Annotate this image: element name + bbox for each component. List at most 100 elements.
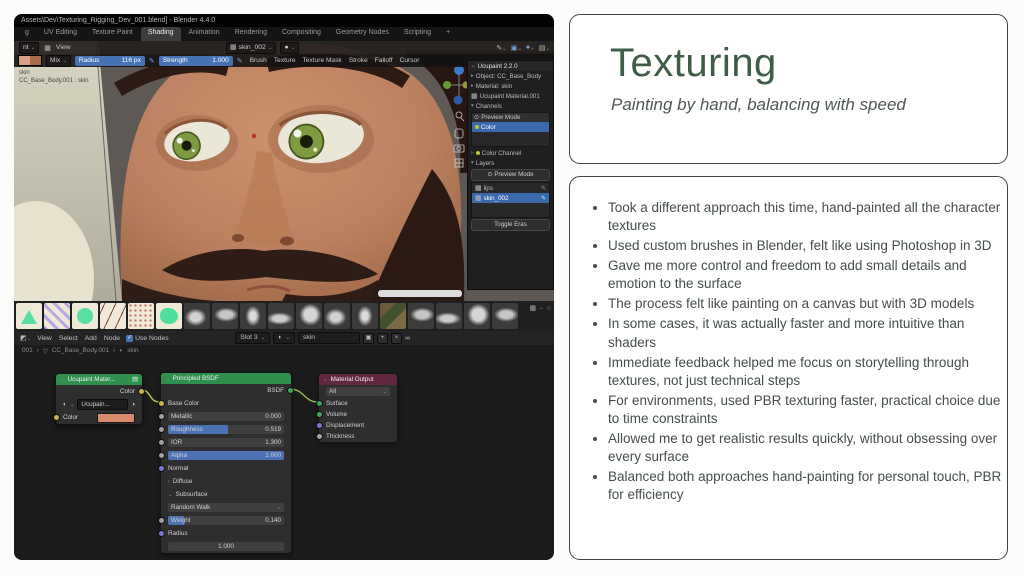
workspace-tab[interactable]: Geometry Nodes [329, 27, 396, 41]
blend-mode-dropdown[interactable]: Mix ⌄ [46, 54, 71, 67]
mode-dropdown[interactable]: nt ⌄ [19, 41, 40, 54]
brush-thumbnail[interactable] [72, 303, 98, 329]
brush-thumbnail[interactable] [408, 303, 434, 329]
use-nodes-checkbox[interactable]: ✓ Use Nodes [126, 334, 169, 342]
pivot-dropdown[interactable]: ● ⌄ [280, 41, 300, 54]
link-icon[interactable]: ∞ [405, 335, 410, 342]
workspace-tab[interactable]: Texture Paint [85, 27, 140, 41]
horizontal-scrollbar[interactable] [378, 290, 462, 297]
editor-type-icon[interactable]: ◩⌄ [20, 334, 31, 342]
ior-slider[interactable]: IOR 1.300 [168, 438, 284, 447]
color-wheel-icon[interactable]: ◑ [131, 401, 135, 408]
node-editor-menu[interactable]: Select [59, 335, 78, 342]
layer-row-lips[interactable]: ▦ lips ✎ [472, 183, 549, 193]
workspace-tab[interactable]: g [18, 27, 36, 41]
search-icon[interactable]: ○ [547, 305, 551, 312]
node-editor-menu[interactable]: Add [85, 335, 97, 342]
strength-pressure-icon[interactable]: ✎ [237, 57, 243, 65]
brush-thumbnail[interactable] [492, 303, 518, 329]
layers-section-header[interactable]: ▾ Layers [468, 158, 553, 168]
ucupaint-panel-header[interactable]: ⌄ Ucupaint 2.2.0 [468, 61, 553, 71]
brush-menu[interactable]: Falloff [375, 57, 393, 64]
brush-menu[interactable]: Cursor [400, 57, 420, 64]
brush-menu[interactable]: Texture [274, 57, 296, 64]
metallic-slider[interactable]: Metallic 0.000 [168, 412, 284, 421]
eye-icon[interactable]: ⊙ [474, 114, 479, 121]
ucupaint-material-name[interactable]: ▦ Ucupaint Material.001 [468, 91, 553, 101]
brush-menu[interactable]: Stroke [349, 57, 368, 64]
material-icon-dropdown[interactable]: ◐ ⌄ [273, 332, 295, 344]
subsurface-expander[interactable]: ⌄ Subsurface [161, 488, 291, 501]
roughness-slider[interactable]: Roughness 0.519 [168, 425, 284, 434]
slot-dropdown[interactable]: Slot 3 ⌄ [235, 332, 271, 344]
subsurface-method-dropdown[interactable]: Random Walk ⌄ [168, 503, 284, 512]
volume-socket[interactable] [316, 411, 323, 418]
brush-thumbnail[interactable] [156, 303, 182, 329]
node-principled-bsdf[interactable]: ⌄ Principled BSDF BSDF Base Color Metalli… [158, 372, 294, 554]
workspace-tab[interactable]: Animation [182, 27, 227, 41]
workspace-tab[interactable]: Compositing [275, 27, 328, 41]
base-color-socket[interactable] [158, 400, 165, 407]
ucupaint-select[interactable]: Ucupain... [77, 399, 129, 410]
brush-menu[interactable]: Brush [250, 57, 267, 64]
brush-thumbnail[interactable] [296, 303, 322, 329]
node-editor-menu[interactable]: Node [104, 335, 120, 342]
chevron-down-icon[interactable]: ⌄ [539, 305, 544, 311]
alpha-slider[interactable]: Alpha 1.000 [168, 451, 284, 460]
toggle-eraser-button[interactable]: Toggle Eras [471, 219, 550, 231]
unlink-icon[interactable]: × [391, 332, 402, 344]
output-target-dropdown[interactable]: All ⌄ [326, 387, 390, 396]
color-swatch[interactable] [97, 412, 135, 423]
shader-node-editor[interactable]: ◩⌄ View Select Add Node ✓ Use Nodes Slot 3 ⌄ … [14, 331, 554, 560]
layer-row-skin[interactable]: ▦ skin_002 ✎ [472, 193, 549, 203]
surface-socket[interactable] [316, 400, 323, 407]
color-channel-row[interactable]: ▹ Color Channel [468, 148, 553, 158]
workspace-tab[interactable]: UV Editing [37, 27, 84, 41]
display-mode-icon[interactable]: ▦ [530, 304, 537, 312]
brush-strength-slider[interactable]: Strength 1.000 [158, 55, 233, 66]
brush-thumbnail[interactable] [128, 303, 154, 329]
view-menu[interactable]: View [56, 44, 71, 51]
output-socket[interactable] [138, 388, 145, 395]
brush-thumbnail[interactable] [240, 303, 266, 329]
material-preview-icon[interactable]: ▣⌄ [511, 44, 522, 52]
brush-thumbnail[interactable] [380, 303, 406, 329]
workspace-tab[interactable]: Rendering [228, 27, 274, 41]
brush-thumbnail[interactable] [16, 303, 42, 329]
ucupaint-material-row[interactable]: ▸ Material: skin [468, 81, 553, 91]
viewport-3d[interactable]: nt⌄ ▦ View ▦ skin_002⌄ ●⌄ ✎⌄ ▣⌄ ●⌄ ▤⌄ [14, 41, 554, 301]
brush-thumbnail[interactable] [436, 303, 462, 329]
bsdf-output-socket[interactable] [287, 387, 294, 394]
radius-value-slider[interactable]: 1.000 [168, 542, 284, 551]
brush-menu[interactable]: Texture Mask [302, 57, 341, 64]
rendered-shading-icon[interactable]: ●⌄ [526, 44, 535, 52]
brush-thumbnail[interactable] [464, 303, 490, 329]
diffuse-expander[interactable]: › Diffuse [161, 475, 291, 488]
brush-thumbnail[interactable] [100, 303, 126, 329]
thickness-socket[interactable] [316, 433, 323, 440]
material-name-field[interactable]: skin [298, 332, 360, 344]
shield-icon[interactable]: ▣ [363, 332, 374, 344]
workspace-tab[interactable]: Shading [140, 27, 181, 41]
brush-radius-slider[interactable]: Radius 116 px [74, 55, 145, 66]
channel-color-row[interactable]: Color [472, 122, 549, 132]
ucupaint-object-row[interactable]: ▸ Object: CC_Base_Body [468, 71, 553, 81]
workspace-tab[interactable]: Scripting [397, 27, 438, 41]
overlay-toggle-icon[interactable]: ✎⌄ [496, 44, 506, 52]
displacement-socket[interactable] [316, 422, 323, 429]
brush-thumbnail[interactable] [324, 303, 350, 329]
brush-thumbnail[interactable] [268, 303, 294, 329]
node-ucupaint-material[interactable]: ⌄ Ucupaint Mater... ▤ Color ◐ ⌄ Ucupain... … [53, 373, 145, 425]
wireframe-shading-icon[interactable]: ▤⌄ [539, 44, 550, 52]
brush-thumbnail[interactable] [184, 303, 210, 329]
workspace-tab[interactable]: + [439, 27, 457, 41]
brush-thumbnail[interactable] [44, 303, 70, 329]
node-material-output[interactable]: ⌄ Material Output All ⌄ Surface Volume Dis… [316, 373, 398, 443]
preview-mode-button[interactable]: ⊙ Preview Mode [471, 169, 550, 181]
input-socket[interactable] [53, 414, 60, 421]
channels-section-header[interactable]: ▾ Channels [468, 101, 553, 111]
brush-thumbnail[interactable] [212, 303, 238, 329]
radius-pressure-icon[interactable]: ✎ [149, 57, 155, 65]
weight-slider[interactable]: Weight 0.140 [168, 516, 284, 525]
brush-thumbnail[interactable] [352, 303, 378, 329]
